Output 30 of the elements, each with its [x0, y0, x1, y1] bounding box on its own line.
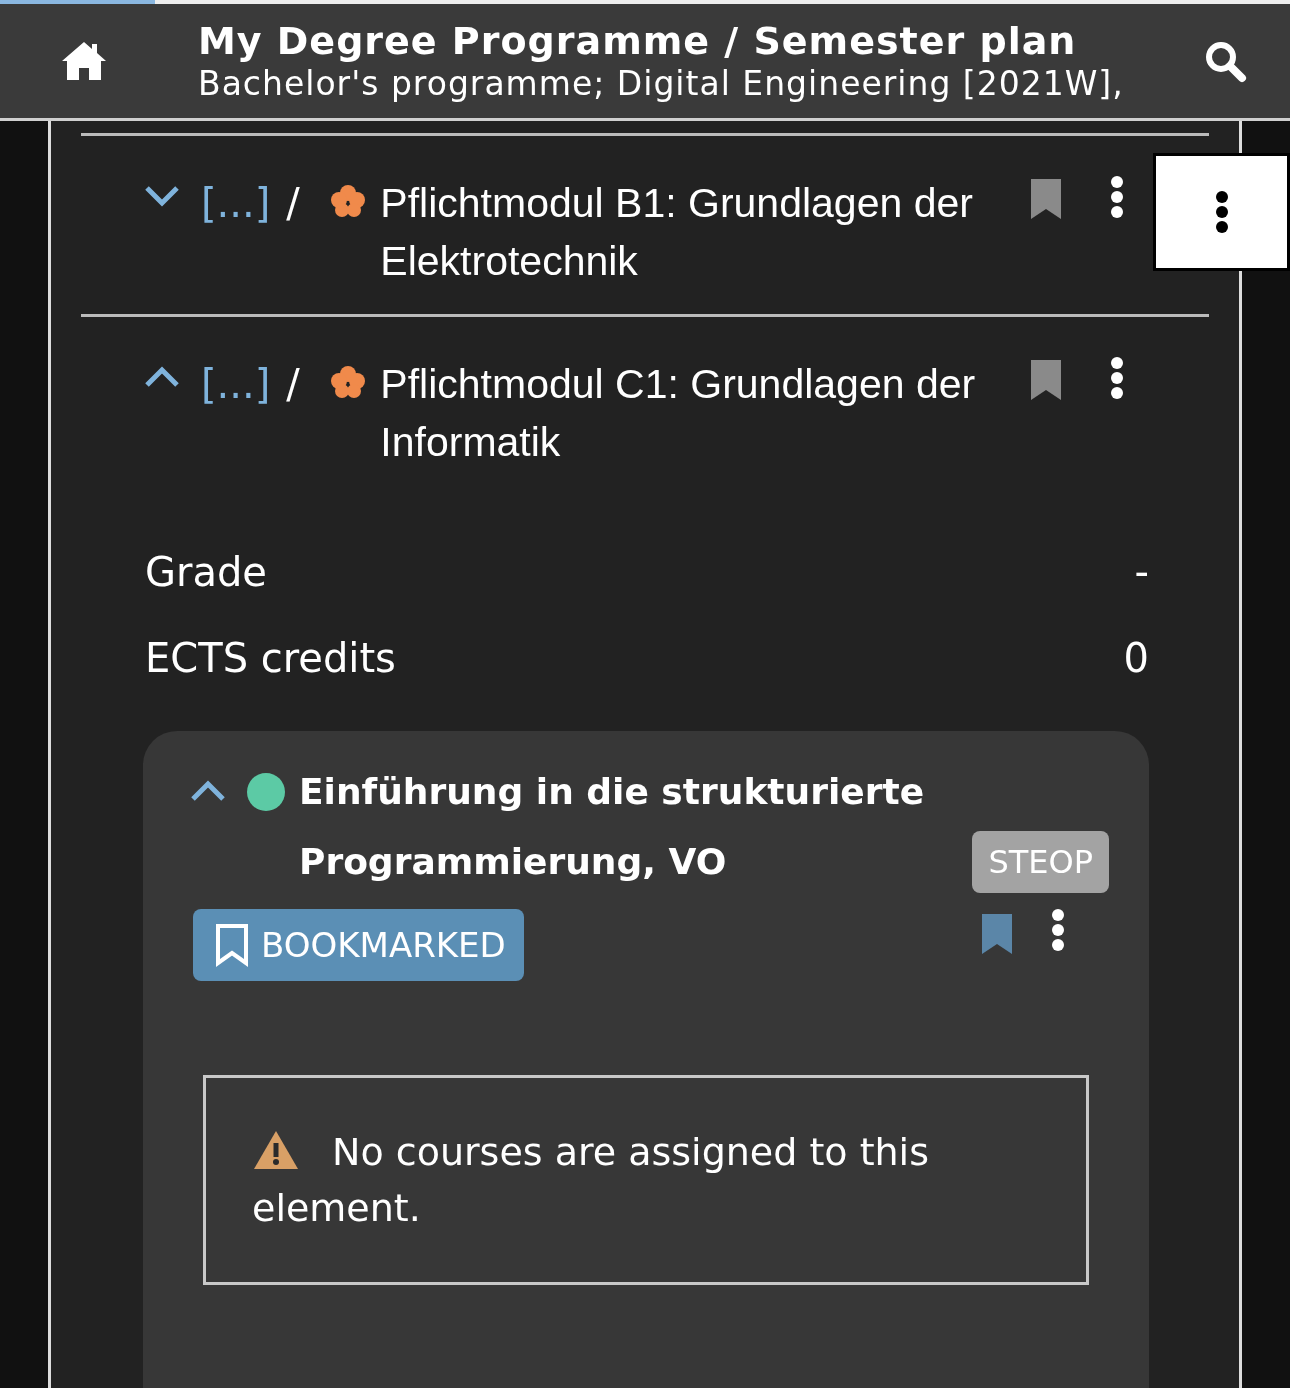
- more-options-button[interactable]: [1153, 153, 1290, 271]
- chevron-up-icon[interactable]: [143, 365, 181, 389]
- more-options-icon[interactable]: [1110, 357, 1125, 399]
- detail-label: ECTS credits: [145, 634, 396, 683]
- flower-icon: [330, 365, 367, 399]
- course-title: Einführung in die strukturierte Programmierung, VO: [299, 770, 926, 884]
- detail-label: Grade: [145, 548, 267, 597]
- chevron-up-icon[interactable]: [189, 779, 227, 803]
- page-title: My Degree Programme / Semester plan: [198, 18, 1078, 64]
- notice-text: No courses are assigned to this element.: [252, 1128, 930, 1232]
- warning-icon: [252, 1129, 300, 1171]
- more-options-icon: [1214, 191, 1229, 233]
- detail-value: -: [1134, 548, 1149, 597]
- bookmark-outline-icon: [215, 923, 249, 967]
- breadcrumb-link[interactable]: [...]: [201, 355, 271, 413]
- flower-icon: [330, 184, 367, 218]
- bookmark-icon[interactable]: [1030, 178, 1063, 220]
- module-title: Pflichtmodul B1: Grundlagen der Elektrotechnik: [380, 179, 974, 286]
- chevron-down-icon[interactable]: [143, 184, 181, 208]
- bookmark-icon[interactable]: [1030, 359, 1063, 401]
- more-options-icon[interactable]: [1110, 176, 1125, 218]
- programme-subtitle: Bachelor's programme; Digital Engineering [2021W],: [198, 64, 1125, 104]
- breadcrumb-link[interactable]: [...]: [201, 174, 271, 232]
- module-title: Pflichtmodul C1: Grundlagen der Informatik: [380, 360, 977, 467]
- more-options-icon[interactable]: [1051, 909, 1065, 951]
- steop-tag: STEOP: [972, 831, 1109, 893]
- breadcrumb-separator: /: [286, 179, 301, 228]
- breadcrumb-separator: /: [286, 360, 301, 409]
- detail-value: 0: [1123, 634, 1149, 683]
- bookmark-icon[interactable]: [981, 913, 1013, 955]
